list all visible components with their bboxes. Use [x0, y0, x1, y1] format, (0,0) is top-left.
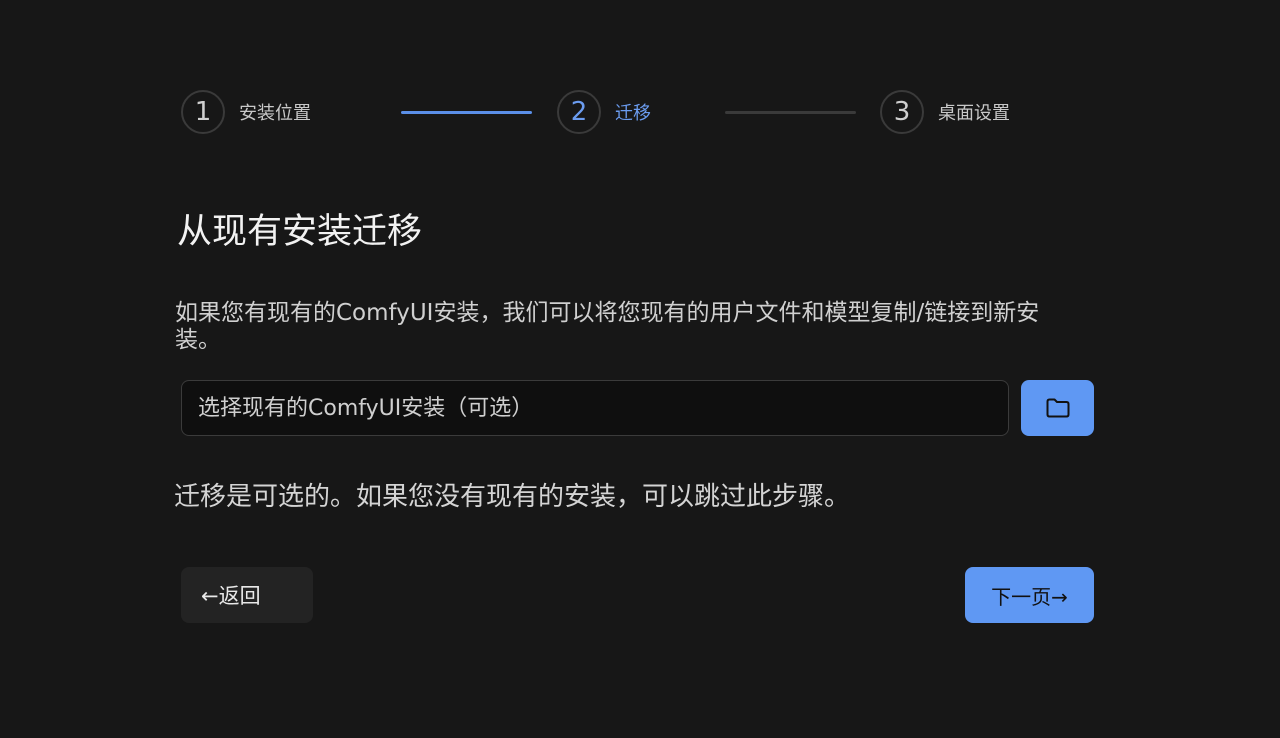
step-number: 3: [880, 90, 924, 134]
install-stepper: 1 安装位置 2 迁移 3 桌面设置: [181, 88, 1093, 136]
step-desktop-settings[interactable]: 3 桌面设置: [880, 88, 1010, 136]
step-number: 2: [557, 90, 601, 134]
page-description: 如果您有现有的ComfyUI安装，我们可以将您现有的用户文件和模型复制/链接到新…: [175, 300, 1040, 353]
step-number: 1: [181, 90, 225, 134]
step-label: 迁移: [615, 103, 651, 124]
step-connector: [725, 111, 856, 114]
browse-folder-button[interactable]: [1021, 380, 1094, 436]
migration-optional-note: 迁移是可选的。如果您没有现有的安装，可以跳过此步骤。: [174, 482, 851, 512]
migration-source-input[interactable]: [181, 380, 1009, 436]
step-connector-completed: [401, 111, 532, 114]
step-install-location[interactable]: 1 安装位置: [181, 88, 311, 136]
back-button[interactable]: ←返回: [181, 567, 313, 623]
migration-page: 1 安装位置 2 迁移 3 桌面设置 从现有安装迁移 如果您有现有的ComfyU…: [0, 0, 1280, 738]
step-label: 安装位置: [239, 103, 311, 124]
page-title: 从现有安装迁移: [177, 212, 423, 252]
migration-source-row: [181, 380, 1094, 436]
step-migration[interactable]: 2 迁移: [557, 88, 651, 136]
step-label: 桌面设置: [938, 103, 1010, 124]
next-button[interactable]: 下一页→: [965, 567, 1094, 623]
folder-icon: [1046, 398, 1069, 418]
